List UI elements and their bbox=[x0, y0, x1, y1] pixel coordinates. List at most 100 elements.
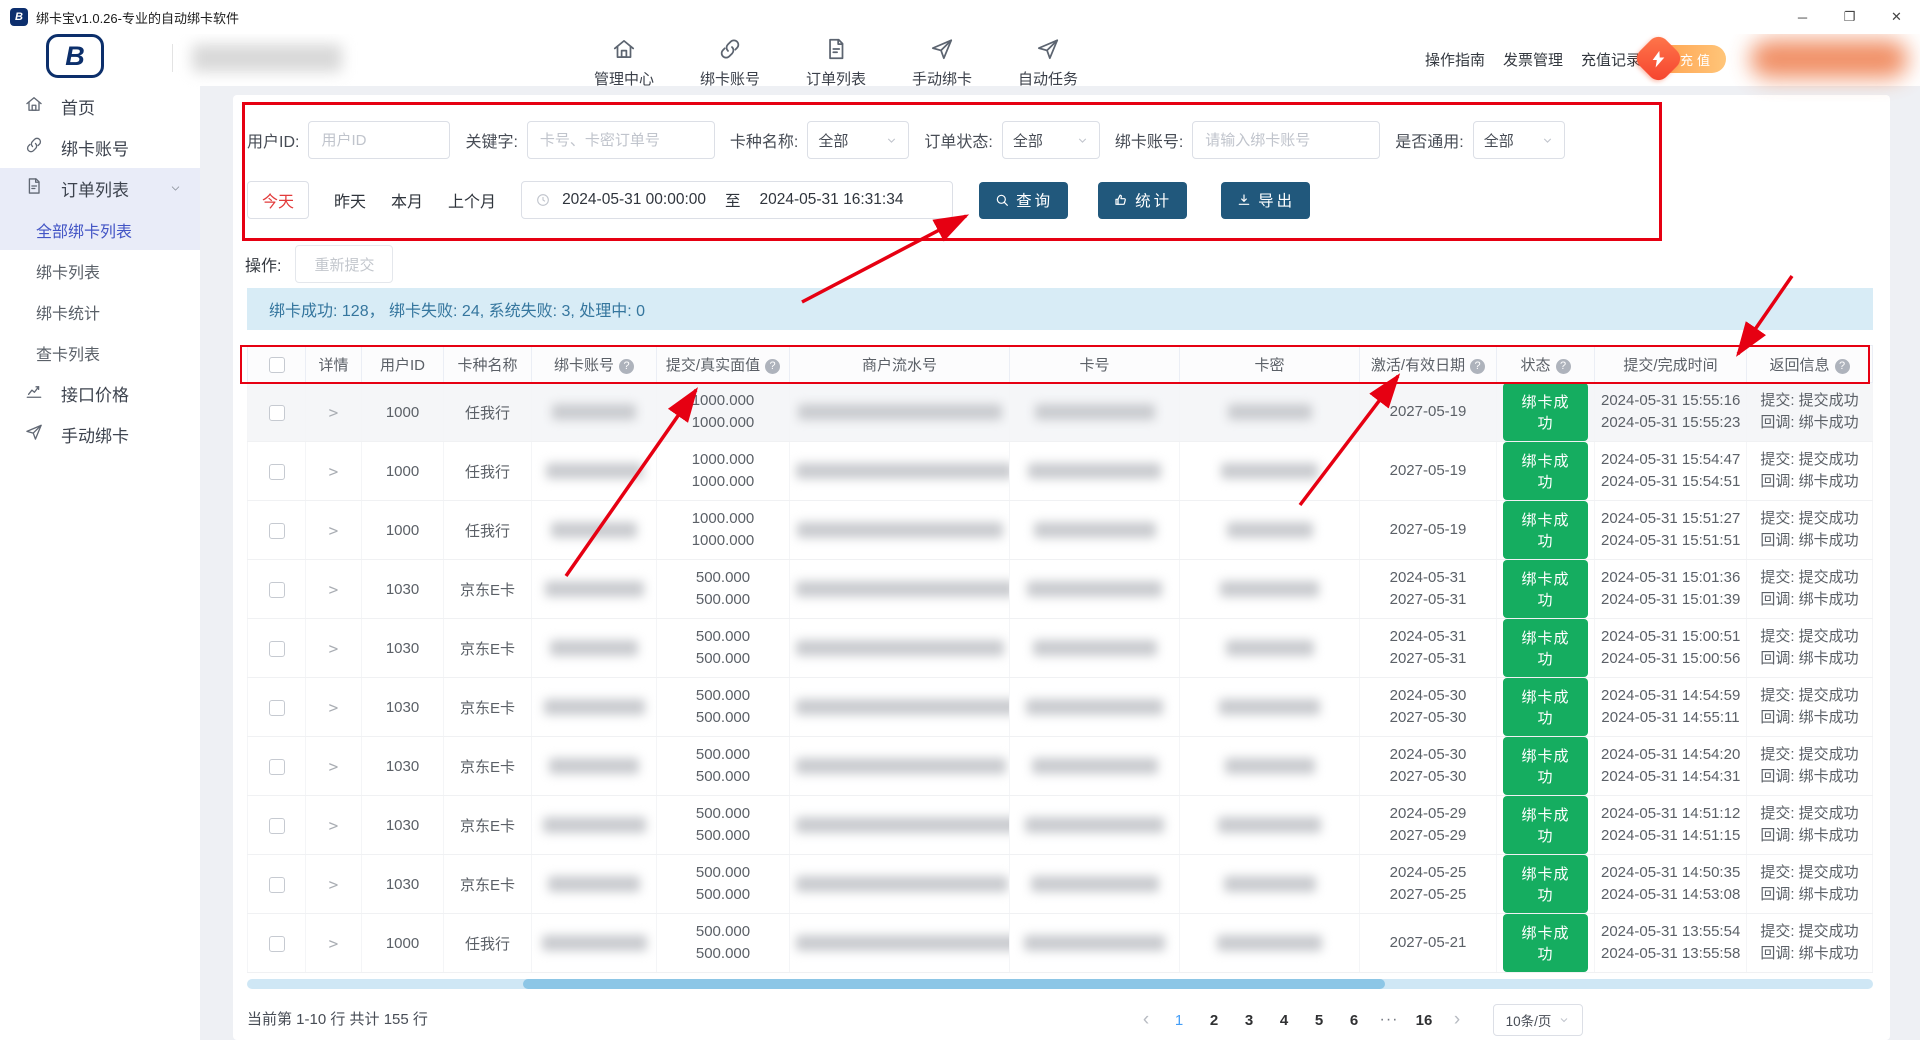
topnav-item-5[interactable]: 自动任务 bbox=[1016, 36, 1080, 89]
sidebar-item-7[interactable]: 接口价格 bbox=[0, 373, 200, 414]
sidebar-subitem-3[interactable]: 全部绑卡列表 bbox=[0, 209, 200, 250]
horizontal-scrollbar[interactable] bbox=[247, 979, 1873, 989]
date-range-picker[interactable]: 2024-05-31 00:00:00 至 2024-05-31 16:31:3… bbox=[521, 181, 953, 219]
row-checkbox[interactable] bbox=[269, 877, 285, 893]
expand-row-icon[interactable]: > bbox=[329, 462, 339, 481]
header-link-1[interactable]: 操作指南 bbox=[1425, 49, 1485, 70]
header-link-2[interactable]: 发票管理 bbox=[1503, 49, 1563, 70]
maximize-button[interactable]: ❐ bbox=[1826, 0, 1873, 34]
cell: > bbox=[306, 855, 362, 914]
cell-results-lines: 提交: 提交成功回调: 绑卡成功 bbox=[1753, 744, 1866, 788]
pagination-info: 当前第 1-10 行 共计 155 行 bbox=[247, 1001, 1873, 1039]
row-checkbox[interactable] bbox=[269, 464, 285, 480]
page-number-6[interactable]: 6 bbox=[1341, 1012, 1367, 1029]
close-button[interactable]: ✕ bbox=[1873, 0, 1920, 34]
card-type-select[interactable]: 全部 bbox=[807, 121, 909, 159]
resubmit-button[interactable]: 重新提交 bbox=[295, 245, 393, 283]
expand-row-icon[interactable]: > bbox=[329, 816, 339, 835]
expand-row-icon[interactable]: > bbox=[329, 403, 339, 422]
horizontal-scrollbar-thumb[interactable] bbox=[523, 979, 1385, 989]
cell-active-dates: 2027-05-21 bbox=[1360, 914, 1497, 973]
expand-row-icon[interactable]: > bbox=[329, 639, 339, 658]
help-icon[interactable]: ? bbox=[1470, 359, 1485, 374]
cell: 绑卡成功 bbox=[1497, 560, 1595, 619]
quick-this-month-button[interactable]: 本月 bbox=[391, 188, 423, 212]
page-number-1[interactable]: 1 bbox=[1166, 1012, 1192, 1029]
page-number-4[interactable]: 4 bbox=[1271, 1012, 1297, 1029]
sidebar-subitem-5[interactable]: 绑卡统计 bbox=[0, 291, 200, 332]
chevron-down-icon bbox=[169, 182, 182, 200]
expand-row-icon[interactable]: > bbox=[329, 580, 339, 599]
quick-today-button[interactable]: 今天 bbox=[247, 181, 309, 219]
expand-row-icon[interactable]: > bbox=[329, 757, 339, 776]
topnav-item-4[interactable]: 手动绑卡 bbox=[910, 36, 974, 89]
help-icon[interactable]: ? bbox=[619, 359, 634, 374]
cell-active-dates: 2024-05-302027-05-30 bbox=[1360, 678, 1497, 737]
next-page-icon[interactable]: › bbox=[1446, 1009, 1468, 1031]
export-button[interactable]: 导出 bbox=[1221, 182, 1310, 219]
sidebar-item-label: 订单列表 bbox=[61, 176, 129, 201]
blurred-card-secret bbox=[1218, 817, 1321, 833]
keyword-input[interactable] bbox=[527, 121, 715, 159]
quick-yesterday-button[interactable]: 昨天 bbox=[334, 188, 366, 212]
blurred-bind-account bbox=[543, 817, 646, 833]
line: 回调: 绑卡成功 bbox=[1753, 884, 1866, 906]
sidebar-subitem-6[interactable]: 查卡列表 bbox=[0, 332, 200, 373]
row-checkbox[interactable] bbox=[269, 818, 285, 834]
row-checkbox[interactable] bbox=[269, 641, 285, 657]
header-link-3[interactable]: 充值记录 bbox=[1581, 49, 1641, 70]
topnav-item-3[interactable]: 订单列表 bbox=[804, 36, 868, 89]
statistics-button[interactable]: 统计 bbox=[1098, 182, 1187, 219]
row-checkbox[interactable] bbox=[269, 936, 285, 952]
row-checkbox[interactable] bbox=[269, 523, 285, 539]
prev-page-icon[interactable]: ‹ bbox=[1135, 1009, 1157, 1031]
page-number-16[interactable]: 16 bbox=[1411, 1012, 1437, 1029]
status-badge: 绑卡成功 bbox=[1503, 619, 1588, 677]
document-icon bbox=[24, 176, 61, 201]
user-id-input[interactable] bbox=[308, 121, 450, 159]
line: 2024-05-31 14:54:31 bbox=[1601, 766, 1740, 788]
app-logo-icon: B bbox=[10, 8, 28, 26]
cell bbox=[1010, 501, 1180, 560]
line: 2027-05-30 bbox=[1366, 707, 1490, 729]
order-status-select[interactable]: 全部 bbox=[1002, 121, 1100, 159]
expand-row-icon[interactable]: > bbox=[329, 934, 339, 953]
row-checkbox[interactable] bbox=[269, 582, 285, 598]
page-size-select[interactable]: 10条/页 bbox=[1493, 1004, 1583, 1036]
universal-select[interactable]: 全部 bbox=[1473, 121, 1565, 159]
sidebar-item-0[interactable]: 首页 bbox=[0, 86, 200, 127]
line: 2024-05-29 bbox=[1366, 803, 1490, 825]
blurred-merchant-serial bbox=[796, 463, 1010, 479]
expand-row-icon[interactable]: > bbox=[329, 875, 339, 894]
minimize-button[interactable]: ─ bbox=[1779, 0, 1826, 34]
line: 回调: 绑卡成功 bbox=[1753, 648, 1866, 670]
chevron-down-icon bbox=[1558, 1014, 1570, 1026]
expand-row-icon[interactable]: > bbox=[329, 521, 339, 540]
page-number-5[interactable]: 5 bbox=[1306, 1012, 1332, 1029]
sidebar-subitem-4[interactable]: 绑卡列表 bbox=[0, 250, 200, 291]
help-icon[interactable]: ? bbox=[765, 359, 780, 374]
help-icon[interactable]: ? bbox=[1556, 359, 1571, 374]
recharge-button[interactable]: 充值 bbox=[1656, 45, 1726, 73]
row-checkbox[interactable] bbox=[269, 759, 285, 775]
select-all-checkbox[interactable] bbox=[269, 357, 285, 373]
cell-results: 提交: 提交成功回调: 绑卡成功 bbox=[1747, 619, 1873, 678]
status-badge: 绑卡成功 bbox=[1503, 796, 1588, 854]
row-checkbox[interactable] bbox=[269, 700, 285, 716]
quick-last-month-button[interactable]: 上个月 bbox=[448, 188, 496, 212]
topnav-item-2[interactable]: 绑卡账号 bbox=[698, 36, 762, 89]
sidebar-item-1[interactable]: 绑卡账号 bbox=[0, 127, 200, 168]
bind-account-input[interactable] bbox=[1192, 121, 1380, 159]
help-icon[interactable]: ? bbox=[1835, 359, 1850, 374]
cell-times-lines: 2024-05-31 15:55:162024-05-31 15:55:23 bbox=[1601, 390, 1740, 434]
line: 2024-05-31 15:00:56 bbox=[1601, 648, 1740, 670]
page-ellipsis-icon[interactable]: ··· bbox=[1376, 1011, 1402, 1029]
page-number-2[interactable]: 2 bbox=[1201, 1012, 1227, 1029]
topnav-item-1[interactable]: 管理中心 bbox=[592, 36, 656, 89]
sidebar-item-8[interactable]: 手动绑卡 bbox=[0, 414, 200, 455]
sidebar-item-2[interactable]: 订单列表 bbox=[0, 168, 200, 209]
query-button[interactable]: 查询 bbox=[979, 182, 1068, 219]
page-number-3[interactable]: 3 bbox=[1236, 1012, 1262, 1029]
row-checkbox[interactable] bbox=[269, 405, 285, 421]
expand-row-icon[interactable]: > bbox=[329, 698, 339, 717]
